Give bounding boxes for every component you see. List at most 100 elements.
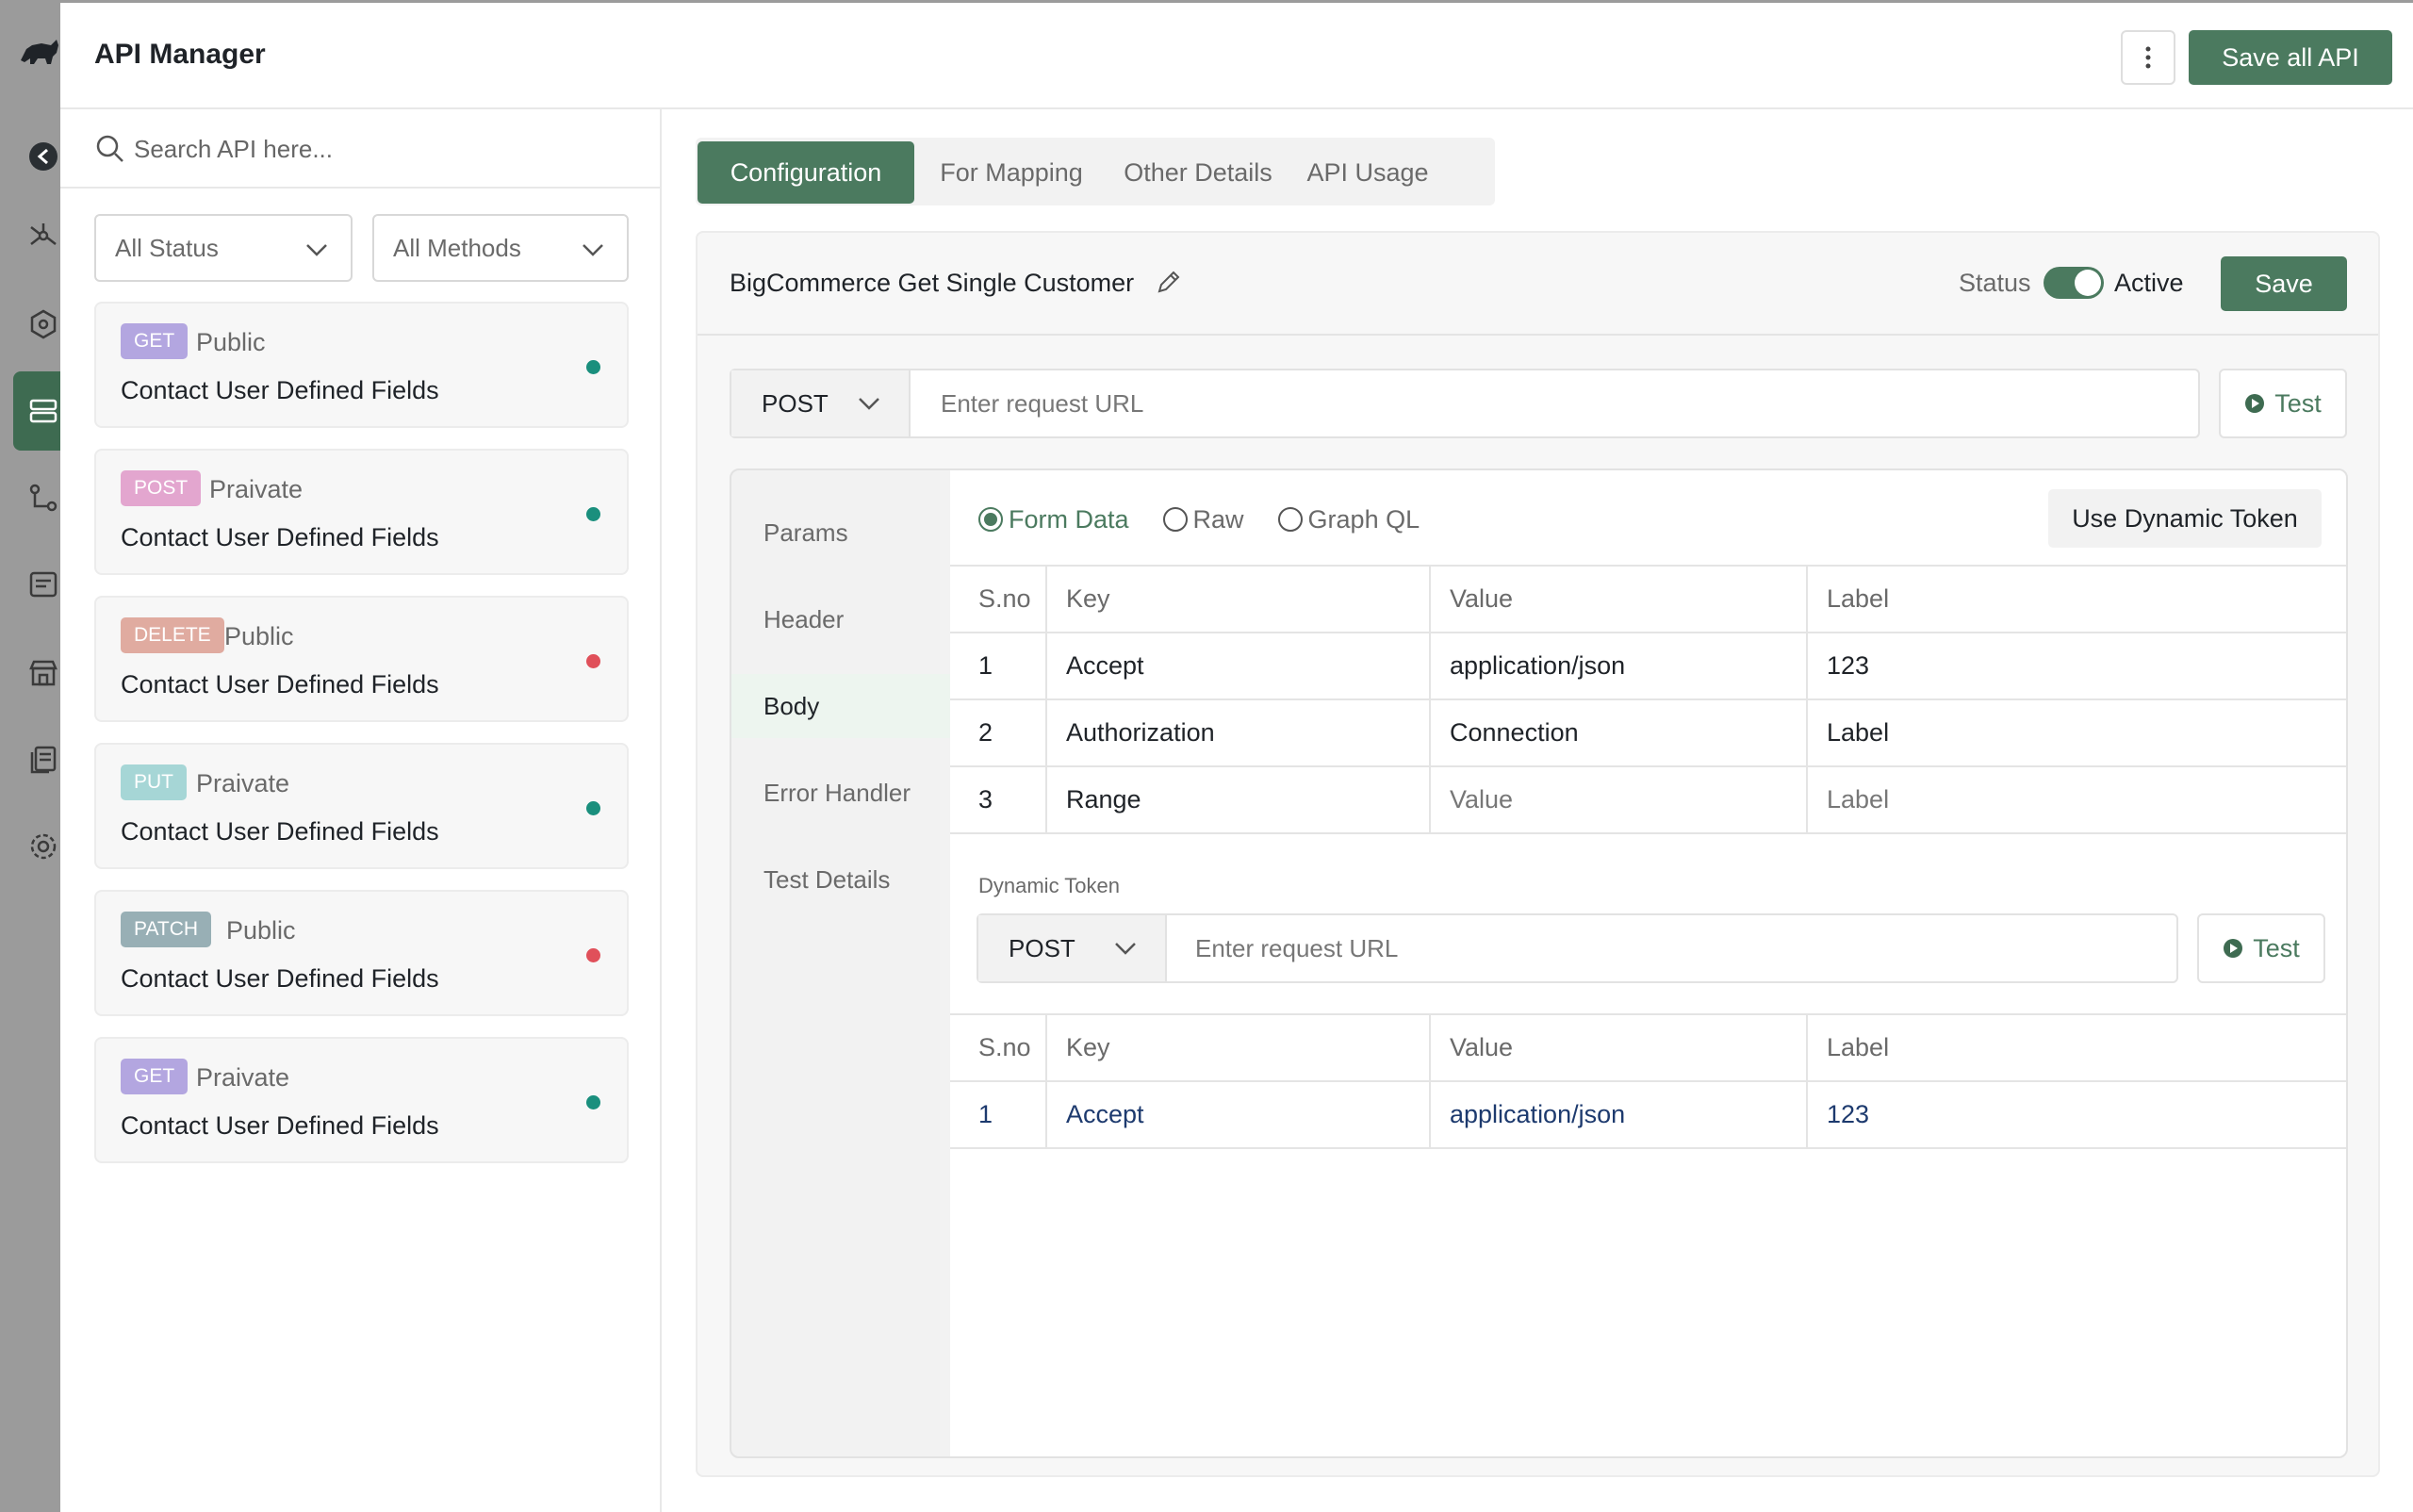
table-row: 2 Authorization Connection Label (950, 698, 2346, 766)
radio-graph-ql[interactable]: Graph QL (1277, 504, 1420, 534)
edit-pencil-icon[interactable] (1155, 268, 1183, 296)
api-name: Contact User Defined Fields (121, 817, 439, 846)
cell-key[interactable]: Range (1046, 765, 1431, 834)
api-list-item[interactable]: GET Public Contact User Defined Fields (94, 302, 629, 428)
cell-value[interactable]: Value (1430, 765, 1808, 834)
methods-filter-value: All Methods (393, 233, 521, 262)
method-badge: PATCH (121, 912, 212, 947)
search-input[interactable] (134, 128, 624, 170)
cell-label[interactable]: Label (1807, 698, 2346, 766)
status-dot (586, 801, 600, 815)
subnav-body[interactable]: Body (731, 674, 950, 738)
cell-value[interactable]: Connection (1430, 698, 1808, 766)
subnav-test-details[interactable]: Test Details (731, 847, 950, 912)
save-all-api-button[interactable]: Save all API (2189, 30, 2392, 85)
logs-icon[interactable] (26, 567, 60, 601)
request-config-box: Params Header Body Error Handler Test De… (730, 468, 2348, 1458)
api-visibility: Public (226, 916, 296, 945)
status-filter-select[interactable]: All Status (94, 214, 353, 282)
tab-api-usage[interactable]: API Usage (1299, 141, 1436, 204)
chevron-down-icon (583, 244, 603, 256)
cell-label[interactable]: 123 (1807, 632, 2346, 699)
play-circle-icon (2245, 394, 2265, 413)
hexagon-settings-icon[interactable] (26, 307, 60, 341)
test-label: Test (2274, 388, 2322, 418)
tab-configuration[interactable]: Configuration (698, 141, 914, 204)
radio-raw[interactable]: Raw (1162, 505, 1244, 534)
chevron-down-icon (306, 244, 327, 256)
api-visibility: Public (196, 328, 266, 356)
dynamic-token-url-row: POST (977, 913, 2178, 983)
api-list-item[interactable]: DELETE Public Contact User Defined Field… (94, 596, 629, 722)
cell-key[interactable]: Authorization (1046, 698, 1431, 766)
back-arrow-icon[interactable] (26, 140, 60, 173)
cell-sno: 1 (950, 632, 1047, 699)
test-label: Test (2253, 933, 2300, 962)
cell-sno: 2 (950, 698, 1047, 766)
tab-for-mapping[interactable]: For Mapping (926, 141, 1097, 204)
api-name: Contact User Defined Fields (121, 1111, 439, 1140)
api-visibility: Public (224, 622, 294, 650)
more-options-button[interactable] (2121, 30, 2175, 85)
test-button[interactable]: Test (2219, 369, 2347, 438)
api-list-item[interactable]: PATCH Public Contact User Defined Fields (94, 890, 629, 1016)
cell-label[interactable]: Label (1807, 765, 2346, 834)
api-list-item[interactable]: GET Praivate Contact User Defined Fields (94, 1037, 629, 1163)
store-icon[interactable] (26, 656, 60, 690)
col-sno: S.no (950, 565, 1047, 633)
status-dot (586, 948, 600, 962)
nav-rail (0, 0, 60, 1512)
radio-label: Form Data (1009, 504, 1129, 534)
settings-gear-icon[interactable] (26, 830, 60, 863)
table-row: 1 Accept application/json 123 (950, 1080, 2346, 1149)
bull-logo-icon (21, 40, 58, 64)
api-detail-header: BigCommerce Get Single Customer Status A… (698, 233, 2378, 336)
request-url-input[interactable] (941, 384, 2166, 423)
method-badge: GET (121, 1059, 189, 1094)
col-key: Key (1046, 1013, 1431, 1081)
api-list-item[interactable]: POST Praivate Contact User Defined Field… (94, 449, 629, 575)
cell-key[interactable]: Accept (1046, 1080, 1431, 1149)
cell-value[interactable]: application/json (1430, 1080, 1808, 1149)
method-badge: GET (121, 323, 189, 359)
dynamic-token-url-input[interactable] (1195, 929, 2157, 968)
subnav-header[interactable]: Header (731, 587, 950, 651)
radio-circle (978, 507, 1003, 532)
method-badge: DELETE (121, 617, 224, 653)
api-name: Contact User Defined Fields (121, 376, 439, 404)
cell-value[interactable]: application/json (1430, 632, 1808, 699)
methods-filter-select[interactable]: All Methods (372, 214, 629, 282)
radio-form-data[interactable]: Form Data (978, 505, 1129, 534)
use-dynamic-token-button[interactable]: Use Dynamic Token (2048, 489, 2322, 548)
request-url-row: POST (730, 369, 2200, 438)
status-dot (586, 1095, 600, 1109)
cell-key[interactable]: Accept (1046, 632, 1431, 699)
col-sno: S.no (950, 1013, 1047, 1081)
subnav-error-handler[interactable]: Error Handler (731, 761, 950, 825)
method-badge: POST (121, 470, 202, 506)
api-list-item[interactable]: PUT Praivate Contact User Defined Fields (94, 743, 629, 869)
configuration-panel: BigCommerce Get Single Customer Status A… (696, 231, 2380, 1477)
tab-other-details[interactable]: Other Details (1107, 141, 1289, 204)
flow-icon[interactable] (26, 481, 60, 515)
radio-label: Graph QL (1307, 504, 1420, 534)
documents-icon[interactable] (26, 743, 60, 777)
chevron-down-icon (1115, 943, 1136, 955)
cell-label[interactable]: 123 (1807, 1080, 2346, 1149)
save-button[interactable]: Save (2221, 256, 2347, 311)
body-content: Form Data Raw Graph QL Use Dynamic Token… (950, 470, 2346, 1456)
app-title: API Manager (94, 39, 266, 70)
subnav-params[interactable]: Params (731, 501, 950, 565)
api-name: Contact User Defined Fields (121, 523, 439, 551)
dynamic-token-table: S.no Key Value Label 1 Accept applicatio… (950, 1013, 2346, 1149)
dynamic-token-method-select[interactable]: POST (978, 915, 1167, 981)
cell-sno: 1 (950, 1080, 1047, 1149)
network-icon[interactable] (26, 219, 60, 253)
status-toggle[interactable] (2044, 267, 2104, 299)
dynamic-token-test-button[interactable]: Test (2197, 913, 2325, 983)
status-dot (586, 654, 600, 668)
server-icon[interactable] (26, 394, 60, 428)
method-value: POST (762, 388, 829, 418)
dynamic-token-label: Dynamic Token (978, 874, 1120, 897)
method-select[interactable]: POST (731, 370, 911, 436)
